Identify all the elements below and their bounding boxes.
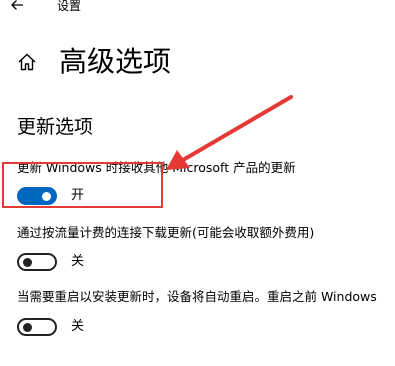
back-arrow-icon[interactable]: [9, 0, 25, 13]
toggle-knob: [23, 322, 32, 332]
app-title: 设置: [57, 0, 82, 13]
toggle-row-auto-restart: 关: [17, 316, 84, 338]
toggle-state-label: 开: [71, 188, 85, 203]
toggle-knob: [23, 257, 32, 267]
toggle-state-label: 关: [71, 319, 85, 334]
option-label-other-products: 更新 Windows 时接收其他 Microsoft 产品的更新: [17, 160, 296, 175]
page-title: 高级选项: [59, 45, 172, 78]
title-bar: 设置: [0, 0, 395, 18]
toggle-auto-restart[interactable]: [17, 318, 57, 336]
toggle-metered-connection[interactable]: [17, 253, 57, 271]
toggle-knob: [42, 191, 51, 201]
toggle-row-other-products: 开: [17, 185, 84, 207]
option-label-auto-restart: 当需要重启以安装更新时，设备将自动重启。重启之前 Windows: [17, 289, 377, 304]
toggle-state-label: 关: [71, 254, 85, 269]
home-icon[interactable]: [17, 52, 37, 72]
toggle-row-metered-connection: 关: [17, 251, 84, 273]
section-title: 更新选项: [17, 116, 94, 138]
option-label-metered-connection: 通过按流量计费的连接下载更新(可能会收取额外费用): [17, 225, 315, 240]
toggle-other-products[interactable]: [17, 187, 57, 205]
